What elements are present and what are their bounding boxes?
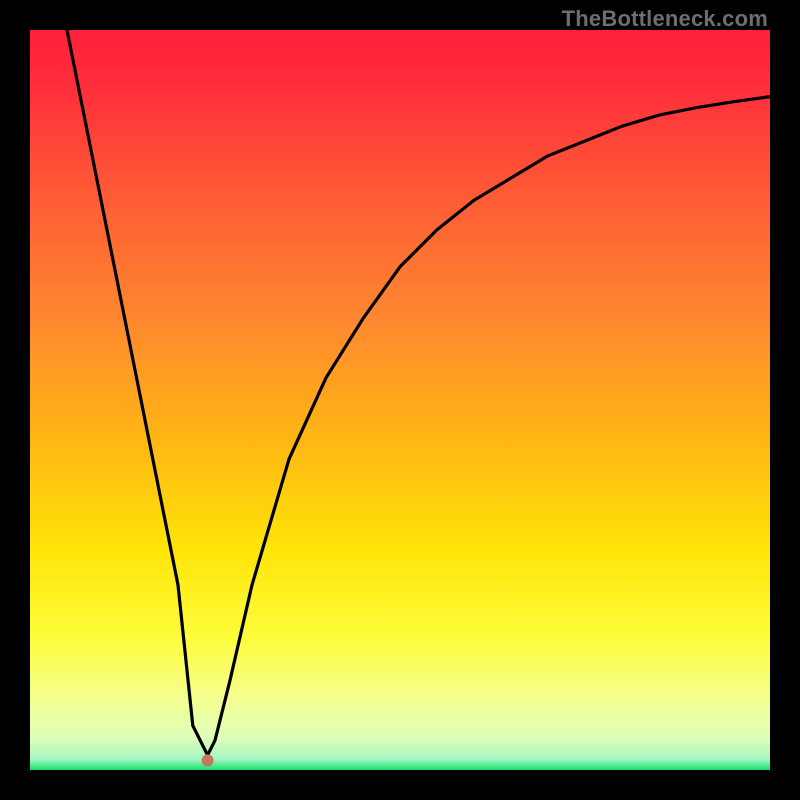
bottleneck-chart [30,30,770,770]
chart-frame [30,30,770,770]
optimal-point-marker [202,754,214,766]
watermark-text: TheBottleneck.com [562,6,768,32]
